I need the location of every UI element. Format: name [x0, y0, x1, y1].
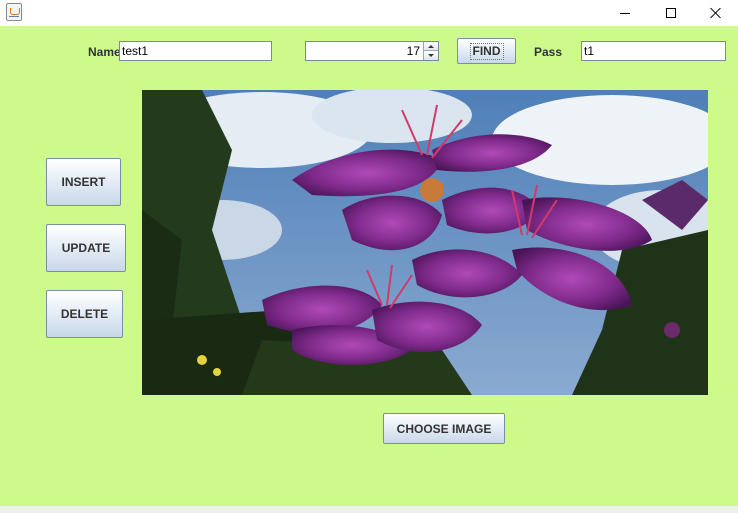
- id-spinner[interactable]: 17: [305, 41, 439, 61]
- minimize-button[interactable]: [602, 0, 648, 26]
- insert-button[interactable]: INSERT: [46, 158, 121, 206]
- java-app-icon: [6, 3, 22, 21]
- find-button[interactable]: FIND: [457, 38, 516, 64]
- window-bottom-edge: [0, 506, 738, 513]
- close-icon: [710, 7, 722, 19]
- update-button[interactable]: UPDATE: [46, 224, 126, 272]
- name-field[interactable]: [119, 41, 272, 61]
- arrow-down-icon: [428, 54, 434, 57]
- maximize-button[interactable]: [648, 0, 694, 26]
- window-titlebar: [0, 0, 738, 26]
- id-spinner-value[interactable]: 17: [306, 42, 423, 60]
- close-button[interactable]: [693, 0, 738, 26]
- delete-button[interactable]: DELETE: [46, 290, 123, 338]
- flower-image: [142, 90, 708, 395]
- arrow-up-icon: [428, 44, 434, 48]
- pass-field[interactable]: [581, 41, 726, 61]
- name-label: Name: [88, 45, 121, 59]
- find-button-label: FIND: [469, 42, 504, 60]
- spinner-down-button[interactable]: [423, 51, 438, 60]
- pass-label: Pass: [534, 45, 563, 59]
- choose-image-button[interactable]: CHOOSE IMAGE: [383, 413, 505, 444]
- minimize-icon: [620, 12, 630, 14]
- maximize-icon: [666, 8, 676, 18]
- spinner-up-button[interactable]: [423, 42, 438, 51]
